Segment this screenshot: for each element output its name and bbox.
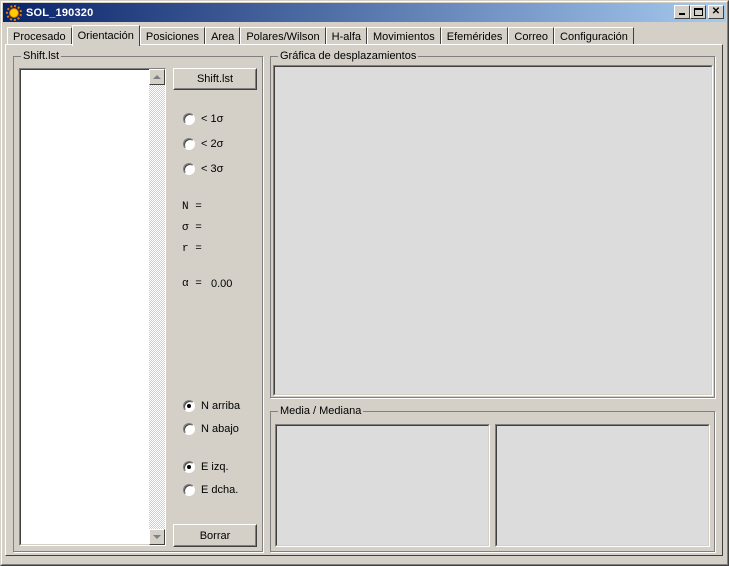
east-right-radio[interactable]: E dcha. bbox=[183, 484, 238, 496]
alpha-label: α = bbox=[182, 278, 202, 290]
median-plot[interactable] bbox=[495, 424, 710, 547]
title-buttons: ✕ bbox=[674, 5, 724, 19]
mean-plot[interactable] bbox=[275, 424, 490, 547]
sun-icon bbox=[6, 4, 22, 21]
listbox-scrollbar[interactable] bbox=[149, 69, 165, 545]
north-down-label: N abajo bbox=[201, 423, 239, 435]
shift-group-label: Shift.lst bbox=[21, 50, 62, 62]
tab-orientacion[interactable]: Orientación bbox=[71, 25, 140, 46]
north-up-radio-circle[interactable] bbox=[183, 400, 195, 412]
sigma2-radio[interactable]: < 2σ bbox=[183, 138, 223, 150]
tab-efemerides[interactable]: Efemérides bbox=[440, 27, 509, 45]
sigma2-radio-circle[interactable] bbox=[183, 138, 195, 150]
sigma3-label: < 3σ bbox=[201, 163, 224, 175]
tab-movimientos[interactable]: Movimientos bbox=[367, 27, 441, 45]
tab-polares-wilson[interactable]: Polares/Wilson bbox=[240, 27, 326, 45]
maximize-button[interactable] bbox=[690, 5, 706, 19]
tab-correo[interactable]: Correo bbox=[508, 27, 555, 45]
scroll-up-button[interactable] bbox=[149, 69, 165, 85]
north-down-radio[interactable]: N abajo bbox=[183, 423, 239, 435]
displacement-plot[interactable] bbox=[273, 65, 713, 396]
n-label: N = bbox=[182, 201, 202, 213]
window-title: SOL_190320 bbox=[26, 6, 94, 19]
minimize-button[interactable] bbox=[674, 5, 690, 19]
east-left-radio[interactable]: E izq. bbox=[183, 461, 229, 473]
scroll-down-button[interactable] bbox=[149, 529, 165, 545]
displacement-group-label: Gráfica de desplazamientos bbox=[278, 50, 419, 62]
tab-area[interactable]: Area bbox=[205, 27, 241, 45]
tab-configuracion[interactable]: Configuración bbox=[554, 27, 634, 45]
sigma2-label: < 2σ bbox=[201, 138, 224, 150]
sigma1-radio-circle[interactable] bbox=[183, 113, 195, 125]
sigma3-radio[interactable]: < 3σ bbox=[183, 163, 223, 175]
tab-h-alfa[interactable]: H-alfa bbox=[325, 27, 368, 45]
arrow-down-icon bbox=[153, 535, 161, 539]
load-shift-button[interactable]: Shift.lst bbox=[173, 68, 257, 90]
sigma1-radio[interactable]: < 1σ bbox=[183, 113, 223, 125]
close-icon: ✕ bbox=[711, 6, 721, 17]
arrow-up-icon bbox=[153, 75, 161, 79]
east-right-radio-circle[interactable] bbox=[183, 484, 195, 496]
sigma-label: σ = bbox=[182, 222, 202, 234]
north-up-radio[interactable]: N arriba bbox=[183, 400, 240, 412]
tab-posiciones[interactable]: Posiciones bbox=[139, 27, 206, 45]
r-label: r = bbox=[182, 243, 202, 255]
sigma3-radio-circle[interactable] bbox=[183, 163, 195, 175]
tab-strip: Procesado Orientación Posiciones Area Po… bbox=[7, 25, 634, 46]
clear-button[interactable]: Borrar bbox=[173, 524, 257, 547]
alpha-value: 0.00 bbox=[211, 278, 233, 290]
close-button[interactable]: ✕ bbox=[708, 5, 724, 19]
tab-procesado[interactable]: Procesado bbox=[7, 27, 72, 45]
shift-listbox[interactable] bbox=[19, 68, 166, 546]
title-bar[interactable]: SOL_190320 ✕ bbox=[3, 3, 726, 22]
maximize-icon bbox=[694, 8, 703, 16]
north-up-label: N arriba bbox=[201, 400, 241, 412]
median-group-label: Media / Mediana bbox=[278, 405, 364, 417]
minimize-icon bbox=[679, 13, 685, 15]
east-left-radio-circle[interactable] bbox=[183, 461, 195, 473]
main-window: SOL_190320 ✕ Procesado Orientación Posic… bbox=[0, 0, 729, 566]
sigma1-label: < 1σ bbox=[201, 113, 224, 125]
east-right-label: E dcha. bbox=[201, 484, 239, 496]
east-left-label: E izq. bbox=[201, 461, 229, 473]
north-down-radio-circle[interactable] bbox=[183, 423, 195, 435]
